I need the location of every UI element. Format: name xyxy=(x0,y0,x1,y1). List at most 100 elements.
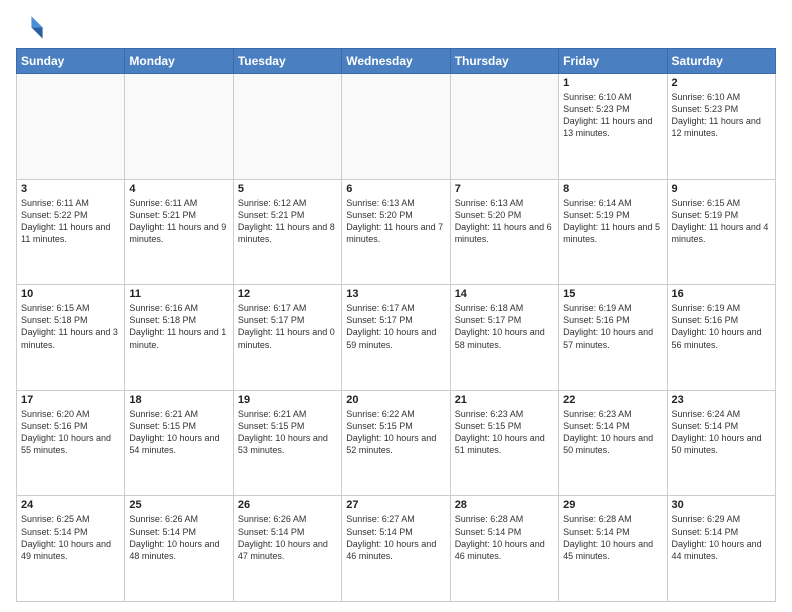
day-number: 22 xyxy=(563,394,662,406)
day-number: 13 xyxy=(346,288,445,300)
day-number: 29 xyxy=(563,499,662,511)
day-number: 14 xyxy=(455,288,554,300)
calendar-cell: 21 Sunrise: 6:23 AM Sunset: 5:15 PM Dayli… xyxy=(450,390,558,496)
calendar-cell: 17Sunrise: 6:20 AM Sunset: 5:16 PM Dayli… xyxy=(17,390,125,496)
calendar-week-row: 1Sunrise: 6:10 AM Sunset: 5:23 PM Daylig… xyxy=(17,74,776,180)
day-info: Sunrise: 6:11 AM Sunset: 5:22 PM Dayligh… xyxy=(21,197,120,246)
day-number: 11 xyxy=(129,288,228,300)
calendar-cell: 27Sunrise: 6:27 AM Sunset: 5:14 PM Dayli… xyxy=(342,496,450,602)
day-number: 24 xyxy=(21,499,120,511)
calendar-cell: 18 Sunrise: 6:21 AM Sunset: 5:15 PM Dayli… xyxy=(125,390,233,496)
weekday-header: Tuesday xyxy=(233,49,341,74)
day-number: 21 xyxy=(455,394,554,406)
calendar-cell: 24 Sunrise: 6:25 AM Sunset: 5:14 PM Dayli… xyxy=(17,496,125,602)
day-info: Sunrise: 6:26 AM Sunset: 5:14 PM Dayligh… xyxy=(238,513,337,562)
weekday-header: Sunday xyxy=(17,49,125,74)
calendar-cell: 30 Sunrise: 6:29 AM Sunset: 5:14 PM Dayli… xyxy=(667,496,775,602)
calendar-header: SundayMondayTuesdayWednesdayThursdayFrid… xyxy=(17,49,776,74)
calendar-cell: 5 Sunrise: 6:12 AM Sunset: 5:21 PM Daylig… xyxy=(233,179,341,285)
calendar-cell: 4Sunrise: 6:11 AM Sunset: 5:21 PM Daylig… xyxy=(125,179,233,285)
calendar-cell xyxy=(342,74,450,180)
day-number: 9 xyxy=(672,183,771,195)
day-number: 12 xyxy=(238,288,337,300)
weekday-header: Wednesday xyxy=(342,49,450,74)
day-number: 8 xyxy=(563,183,662,195)
weekday-header: Saturday xyxy=(667,49,775,74)
day-info: Sunrise: 6:11 AM Sunset: 5:21 PM Dayligh… xyxy=(129,197,228,246)
logo-icon xyxy=(16,12,44,40)
calendar-cell: 1Sunrise: 6:10 AM Sunset: 5:23 PM Daylig… xyxy=(559,74,667,180)
calendar-body: 1Sunrise: 6:10 AM Sunset: 5:23 PM Daylig… xyxy=(17,74,776,602)
calendar-cell: 25 Sunrise: 6:26 AM Sunset: 5:14 PM Dayli… xyxy=(125,496,233,602)
day-info: Sunrise: 6:23 AM Sunset: 5:14 PM Dayligh… xyxy=(563,408,662,457)
day-info: Sunrise: 6:18 AM Sunset: 5:17 PM Dayligh… xyxy=(455,302,554,351)
calendar-week-row: 3 Sunrise: 6:11 AM Sunset: 5:22 PM Daylig… xyxy=(17,179,776,285)
calendar-cell: 2 Sunrise: 6:10 AM Sunset: 5:23 PM Daylig… xyxy=(667,74,775,180)
day-info: Sunrise: 6:26 AM Sunset: 5:14 PM Dayligh… xyxy=(129,513,228,562)
day-info: Sunrise: 6:24 AM Sunset: 5:14 PM Dayligh… xyxy=(672,408,771,457)
day-info: Sunrise: 6:19 AM Sunset: 5:16 PM Dayligh… xyxy=(563,302,662,351)
page: SundayMondayTuesdayWednesdayThursdayFrid… xyxy=(0,0,792,612)
weekday-header: Thursday xyxy=(450,49,558,74)
calendar-cell: 20Sunrise: 6:22 AM Sunset: 5:15 PM Dayli… xyxy=(342,390,450,496)
calendar-cell xyxy=(17,74,125,180)
day-info: Sunrise: 6:15 AM Sunset: 5:19 PM Dayligh… xyxy=(672,197,771,246)
calendar-cell: 12 Sunrise: 6:17 AM Sunset: 5:17 PM Dayli… xyxy=(233,285,341,391)
day-number: 5 xyxy=(238,183,337,195)
calendar-cell: 23 Sunrise: 6:24 AM Sunset: 5:14 PM Dayli… xyxy=(667,390,775,496)
day-number: 6 xyxy=(346,183,445,195)
day-info: Sunrise: 6:10 AM Sunset: 5:23 PM Dayligh… xyxy=(563,91,662,140)
day-number: 18 xyxy=(129,394,228,406)
day-info: Sunrise: 6:28 AM Sunset: 5:14 PM Dayligh… xyxy=(455,513,554,562)
day-info: Sunrise: 6:16 AM Sunset: 5:18 PM Dayligh… xyxy=(129,302,228,351)
day-number: 26 xyxy=(238,499,337,511)
calendar-cell: 28Sunrise: 6:28 AM Sunset: 5:14 PM Dayli… xyxy=(450,496,558,602)
calendar-cell: 14 Sunrise: 6:18 AM Sunset: 5:17 PM Dayli… xyxy=(450,285,558,391)
day-info: Sunrise: 6:22 AM Sunset: 5:15 PM Dayligh… xyxy=(346,408,445,457)
calendar-cell xyxy=(450,74,558,180)
day-number: 10 xyxy=(21,288,120,300)
weekday-header: Friday xyxy=(559,49,667,74)
day-number: 16 xyxy=(672,288,771,300)
day-info: Sunrise: 6:10 AM Sunset: 5:23 PM Dayligh… xyxy=(672,91,771,140)
day-info: Sunrise: 6:21 AM Sunset: 5:15 PM Dayligh… xyxy=(129,408,228,457)
calendar-cell xyxy=(125,74,233,180)
calendar-cell: 26 Sunrise: 6:26 AM Sunset: 5:14 PM Dayli… xyxy=(233,496,341,602)
logo xyxy=(16,12,48,40)
calendar-cell: 13Sunrise: 6:17 AM Sunset: 5:17 PM Dayli… xyxy=(342,285,450,391)
day-number: 3 xyxy=(21,183,120,195)
weekday-header: Monday xyxy=(125,49,233,74)
calendar-cell: 11 Sunrise: 6:16 AM Sunset: 5:18 PM Dayli… xyxy=(125,285,233,391)
day-info: Sunrise: 6:13 AM Sunset: 5:20 PM Dayligh… xyxy=(455,197,554,246)
day-info: Sunrise: 6:28 AM Sunset: 5:14 PM Dayligh… xyxy=(563,513,662,562)
day-info: Sunrise: 6:29 AM Sunset: 5:14 PM Dayligh… xyxy=(672,513,771,562)
weekday-header-row: SundayMondayTuesdayWednesdayThursdayFrid… xyxy=(17,49,776,74)
calendar-cell: 15Sunrise: 6:19 AM Sunset: 5:16 PM Dayli… xyxy=(559,285,667,391)
day-info: Sunrise: 6:12 AM Sunset: 5:21 PM Dayligh… xyxy=(238,197,337,246)
day-number: 30 xyxy=(672,499,771,511)
calendar-cell: 29 Sunrise: 6:28 AM Sunset: 5:14 PM Dayli… xyxy=(559,496,667,602)
calendar-cell: 19Sunrise: 6:21 AM Sunset: 5:15 PM Dayli… xyxy=(233,390,341,496)
calendar-cell: 3 Sunrise: 6:11 AM Sunset: 5:22 PM Daylig… xyxy=(17,179,125,285)
calendar-week-row: 10Sunrise: 6:15 AM Sunset: 5:18 PM Dayli… xyxy=(17,285,776,391)
day-number: 2 xyxy=(672,77,771,89)
day-number: 25 xyxy=(129,499,228,511)
calendar-cell xyxy=(233,74,341,180)
calendar-cell: 7 Sunrise: 6:13 AM Sunset: 5:20 PM Daylig… xyxy=(450,179,558,285)
day-number: 27 xyxy=(346,499,445,511)
day-info: Sunrise: 6:25 AM Sunset: 5:14 PM Dayligh… xyxy=(21,513,120,562)
calendar-cell: 6 Sunrise: 6:13 AM Sunset: 5:20 PM Daylig… xyxy=(342,179,450,285)
calendar-cell: 16 Sunrise: 6:19 AM Sunset: 5:16 PM Dayli… xyxy=(667,285,775,391)
day-number: 23 xyxy=(672,394,771,406)
calendar-cell: 8Sunrise: 6:14 AM Sunset: 5:19 PM Daylig… xyxy=(559,179,667,285)
day-info: Sunrise: 6:20 AM Sunset: 5:16 PM Dayligh… xyxy=(21,408,120,457)
day-number: 7 xyxy=(455,183,554,195)
calendar-week-row: 17Sunrise: 6:20 AM Sunset: 5:16 PM Dayli… xyxy=(17,390,776,496)
calendar-cell: 9 Sunrise: 6:15 AM Sunset: 5:19 PM Daylig… xyxy=(667,179,775,285)
calendar-week-row: 24 Sunrise: 6:25 AM Sunset: 5:14 PM Dayli… xyxy=(17,496,776,602)
calendar-table: SundayMondayTuesdayWednesdayThursdayFrid… xyxy=(16,48,776,602)
day-info: Sunrise: 6:23 AM Sunset: 5:15 PM Dayligh… xyxy=(455,408,554,457)
day-info: Sunrise: 6:13 AM Sunset: 5:20 PM Dayligh… xyxy=(346,197,445,246)
day-info: Sunrise: 6:19 AM Sunset: 5:16 PM Dayligh… xyxy=(672,302,771,351)
day-info: Sunrise: 6:17 AM Sunset: 5:17 PM Dayligh… xyxy=(238,302,337,351)
